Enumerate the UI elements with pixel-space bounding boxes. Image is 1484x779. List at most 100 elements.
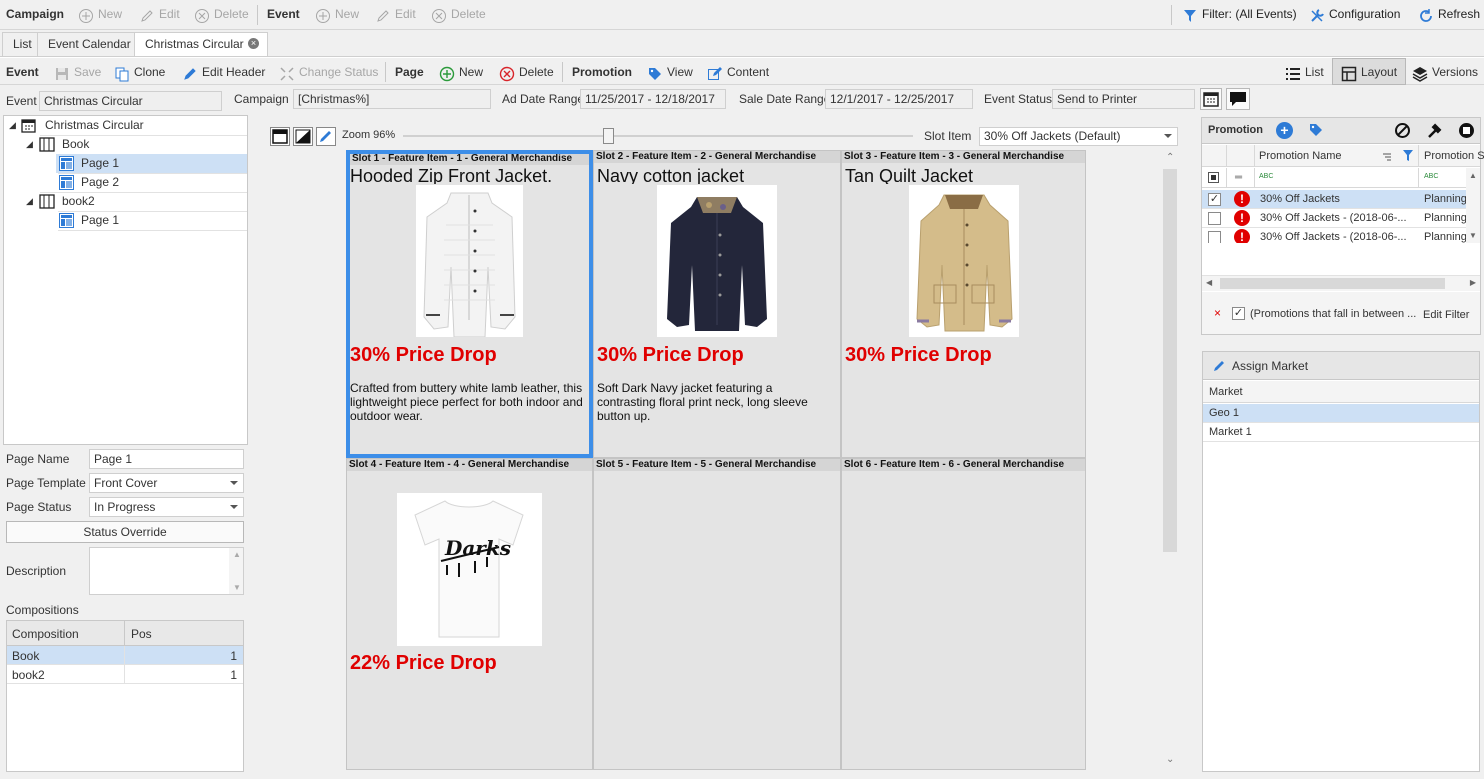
- event-new-button[interactable]: New: [315, 0, 359, 28]
- gavel-icon[interactable]: [1426, 122, 1443, 142]
- text-filter-name[interactable]: ABC: [1259, 173, 1273, 180]
- canvas-scrollbar[interactable]: ⌃ ⌄: [1162, 152, 1178, 767]
- slot-5[interactable]: Slot 5 - Feature Item - 5 - General Merc…: [593, 458, 841, 770]
- promotion-hscroll-thumb[interactable]: [1220, 278, 1445, 289]
- collapse-icon[interactable]: ◢: [9, 116, 16, 135]
- promotion-vscrollbar[interactable]: ▲ ▼: [1466, 168, 1480, 243]
- list-view-button[interactable]: List: [1285, 58, 1324, 86]
- page-template-dropdown[interactable]: Front Cover: [89, 473, 244, 493]
- filter-icon[interactable]: [1403, 150, 1413, 164]
- slot-item-dropdown[interactable]: 30% Off Jackets (Default): [979, 127, 1178, 146]
- refresh-button[interactable]: Refresh: [1418, 0, 1480, 28]
- row-checkbox[interactable]: [1208, 212, 1221, 225]
- comments-button[interactable]: [1226, 88, 1250, 110]
- event-edit-button[interactable]: Edit: [375, 0, 416, 28]
- contrast-tool-button[interactable]: [293, 127, 313, 146]
- tree-node-page[interactable]: Page 1: [56, 154, 247, 173]
- list-item[interactable]: Market 1: [1203, 423, 1479, 442]
- slot-6[interactable]: Slot 6 - Feature Item - 6 - General Merc…: [841, 458, 1086, 770]
- clear-filter-icon[interactable]: ×: [1214, 306, 1221, 320]
- campaign-field[interactable]: [Christmas%]: [293, 89, 491, 109]
- edit-tool-button[interactable]: [316, 127, 336, 146]
- event-delete-button[interactable]: Delete: [431, 0, 486, 28]
- change-status-button[interactable]: Change Status: [279, 58, 378, 86]
- event-field[interactable]: Christmas Circular: [39, 91, 222, 111]
- scroll-right-icon[interactable]: ▶: [1470, 278, 1476, 287]
- tab-event-calendar[interactable]: Event Calendar: [37, 32, 142, 56]
- page-name-field[interactable]: Page 1: [89, 449, 244, 469]
- configuration-button[interactable]: Configuration: [1309, 0, 1400, 28]
- sort-icon[interactable]: [1382, 151, 1392, 165]
- promotion-hscrollbar[interactable]: ◀ ▶: [1202, 275, 1480, 291]
- scroll-up-icon[interactable]: ▲: [1469, 171, 1477, 180]
- scroll-down-icon[interactable]: ⌄: [1166, 754, 1174, 765]
- tree-node-page[interactable]: Page 2: [56, 173, 247, 192]
- campaign-new-button[interactable]: New: [78, 0, 122, 28]
- tree-node-page[interactable]: Page 1: [56, 211, 247, 230]
- list-item[interactable]: Geo 1: [1203, 404, 1479, 423]
- tree-node-book[interactable]: ◢ book2: [4, 192, 247, 211]
- row-checkbox[interactable]: [1208, 231, 1221, 243]
- scroll-down-icon[interactable]: ▼: [233, 583, 241, 592]
- layout-view-button[interactable]: Layout: [1332, 58, 1407, 85]
- stop-icon[interactable]: [1458, 122, 1475, 142]
- sale-date-range-field[interactable]: 12/1/2017 - 12/25/2017: [825, 89, 973, 109]
- save-button[interactable]: Save: [54, 58, 101, 86]
- slot-1[interactable]: Slot 1 - Feature Item - 1 - General Merc…: [346, 150, 593, 458]
- tree-node-book[interactable]: ◢ Book: [4, 135, 247, 154]
- zoom-thumb[interactable]: [603, 128, 614, 144]
- clone-button[interactable]: Clone: [114, 58, 165, 86]
- versions-button[interactable]: Versions: [1412, 58, 1478, 86]
- table-row[interactable]: Book 1: [7, 646, 243, 665]
- slot-3[interactable]: Slot 3 - Feature Item - 3 - General Merc…: [841, 150, 1086, 458]
- event-status-field[interactable]: Send to Printer: [1052, 89, 1195, 109]
- collapse-icon[interactable]: ◢: [26, 192, 33, 211]
- scroll-up-icon[interactable]: ▲: [233, 550, 241, 559]
- calendar-button[interactable]: [1200, 88, 1222, 110]
- filter-enabled-checkbox[interactable]: ✓: [1232, 307, 1245, 320]
- row-checkbox[interactable]: ✓: [1208, 193, 1221, 206]
- collapse-icon[interactable]: ◢: [26, 135, 33, 154]
- slot-4[interactable]: Slot 4 - Feature Item - 4 - General Merc…: [346, 458, 593, 770]
- status-override-button[interactable]: Status Override: [6, 521, 244, 543]
- table-row[interactable]: ! 30% Off Jackets - (2018-06-... Plannin…: [1202, 209, 1467, 228]
- campaign-edit-button[interactable]: Edit: [139, 0, 180, 28]
- table-row[interactable]: book2 1: [7, 665, 243, 684]
- add-promotion-icon[interactable]: +: [1276, 122, 1293, 139]
- page-status-dropdown[interactable]: In Progress: [89, 497, 244, 517]
- campaign-delete-button[interactable]: Delete: [194, 0, 249, 28]
- product-image: [657, 185, 777, 337]
- tab-christmas-circular[interactable]: Christmas Circular ×: [134, 32, 268, 56]
- tag-icon[interactable]: [1308, 122, 1324, 141]
- slot-2[interactable]: Slot 2 - Feature Item - 2 - General Merc…: [593, 150, 841, 458]
- market-column-header[interactable]: Market: [1203, 381, 1479, 403]
- edit-filter-link[interactable]: Edit Filter: [1423, 309, 1469, 321]
- layout-tool-button[interactable]: [270, 127, 290, 146]
- textarea-scrollbar[interactable]: ▲ ▼: [229, 548, 243, 594]
- scroll-left-icon[interactable]: ◀: [1206, 278, 1212, 287]
- scroll-down-icon[interactable]: ▼: [1469, 231, 1477, 240]
- page-new-button[interactable]: New: [439, 58, 483, 86]
- close-tab-icon[interactable]: ×: [248, 38, 259, 49]
- canvas-scroll-thumb[interactable]: [1163, 169, 1177, 552]
- ad-date-range-field[interactable]: 11/25/2017 - 12/18/2017: [580, 89, 726, 109]
- promotion-status-column-header[interactable]: Promotion S: [1424, 150, 1484, 162]
- scroll-up-icon[interactable]: ⌃: [1166, 152, 1174, 163]
- description-textarea[interactable]: ▲ ▼: [89, 547, 244, 595]
- filter-button[interactable]: Filter: (All Events): [1182, 0, 1297, 28]
- tree-node-event[interactable]: ◢ Christmas Circular: [4, 116, 247, 135]
- promotion-name-column-header[interactable]: Promotion Name: [1259, 150, 1342, 162]
- table-row[interactable]: ✓ ! 30% Off Jackets Planning: [1202, 190, 1467, 209]
- composition-pos: 1: [230, 649, 237, 663]
- edit-header-button[interactable]: Edit Header: [182, 58, 265, 86]
- pos-column-header[interactable]: Pos: [131, 627, 152, 641]
- text-filter-status[interactable]: ABC: [1424, 173, 1438, 180]
- view-button[interactable]: View: [647, 58, 693, 86]
- filter-row-checkbox[interactable]: [1208, 172, 1219, 183]
- table-row[interactable]: ! 30% Off Jackets - (2018-06-... Plannin…: [1202, 228, 1466, 243]
- page-delete-button[interactable]: Delete: [499, 58, 554, 86]
- zoom-slider[interactable]: [403, 128, 913, 144]
- block-icon[interactable]: [1394, 122, 1411, 142]
- composition-column-header[interactable]: Composition: [12, 627, 79, 641]
- content-button[interactable]: Content: [707, 58, 769, 86]
